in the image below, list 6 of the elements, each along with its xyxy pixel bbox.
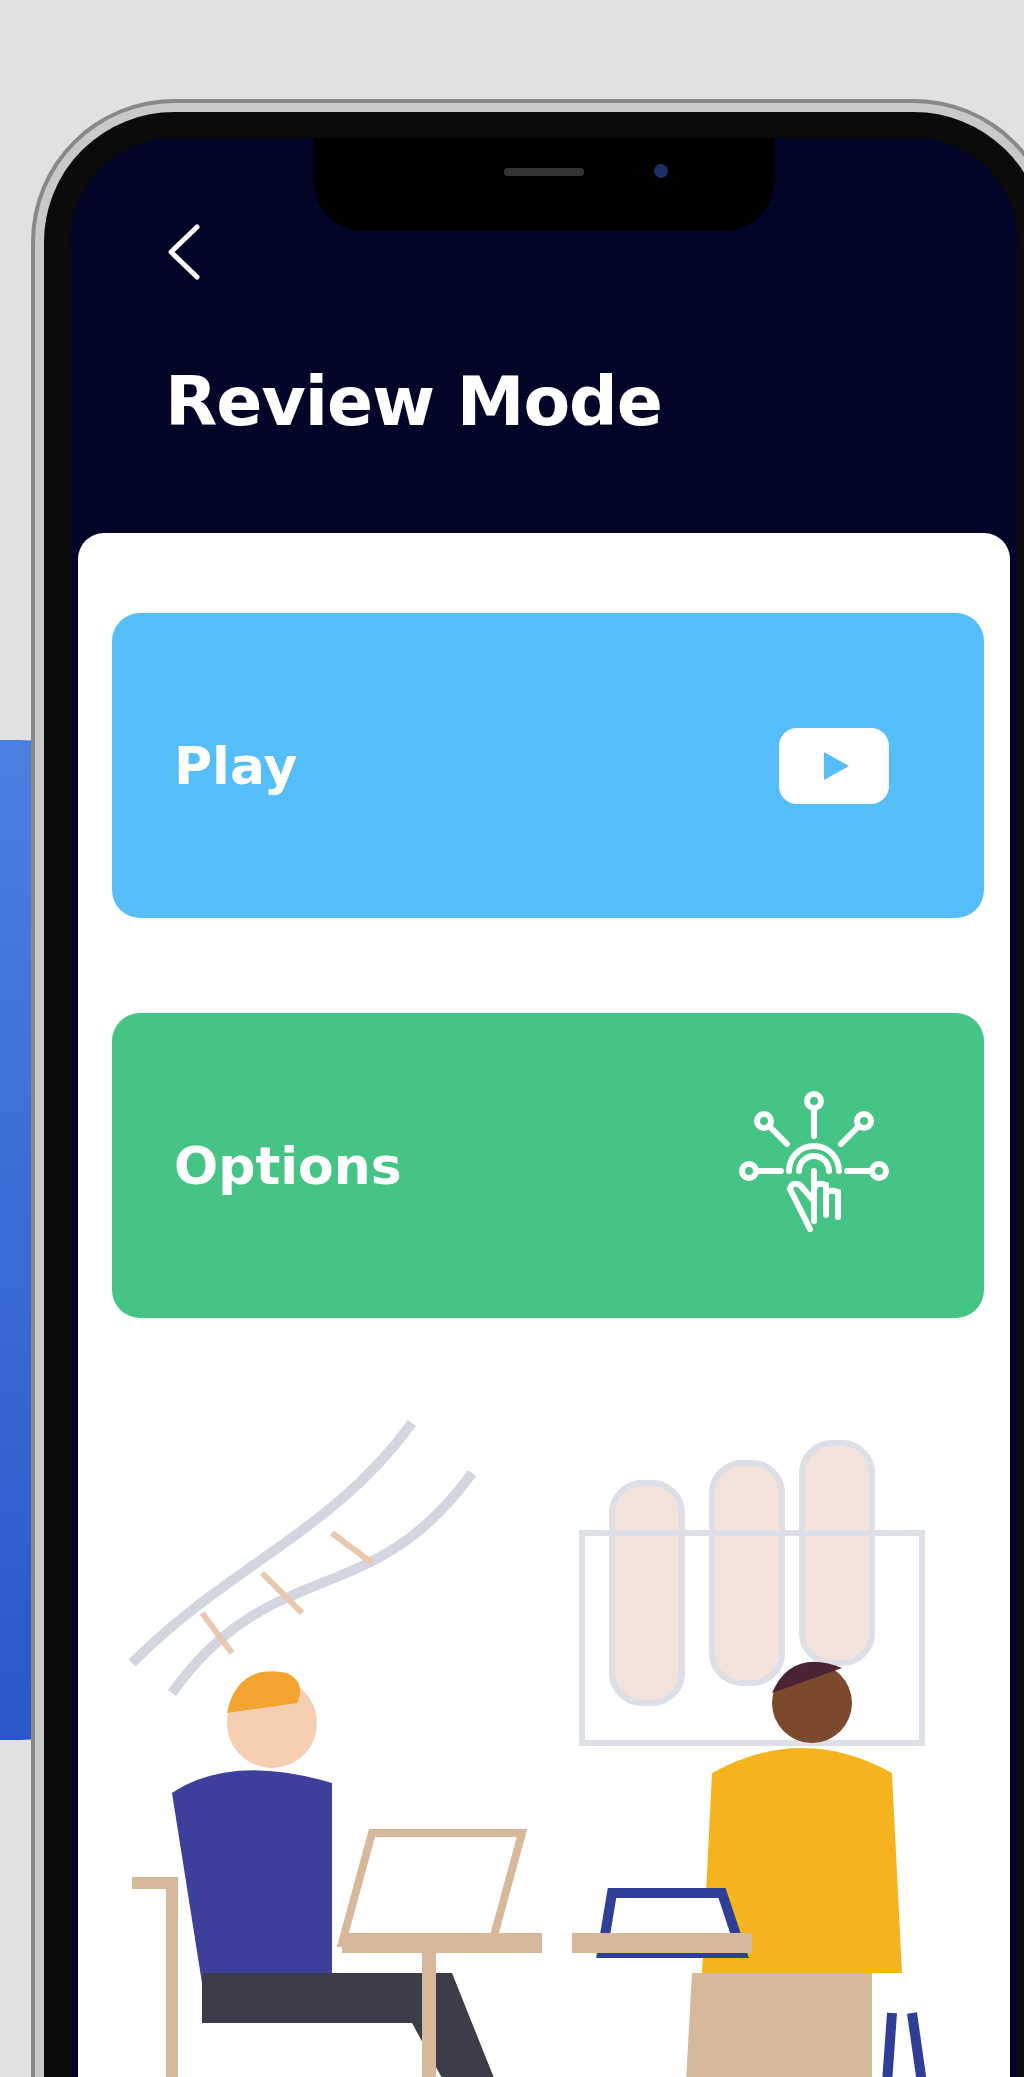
play-icon <box>779 727 889 804</box>
screen-title: Review Mode <box>165 361 663 443</box>
back-icon[interactable] <box>165 223 201 281</box>
camera-dot <box>654 164 668 178</box>
menu-button[interactable]: Play <box>112 613 984 918</box>
menu-button[interactable]: Options <box>112 1013 984 1318</box>
